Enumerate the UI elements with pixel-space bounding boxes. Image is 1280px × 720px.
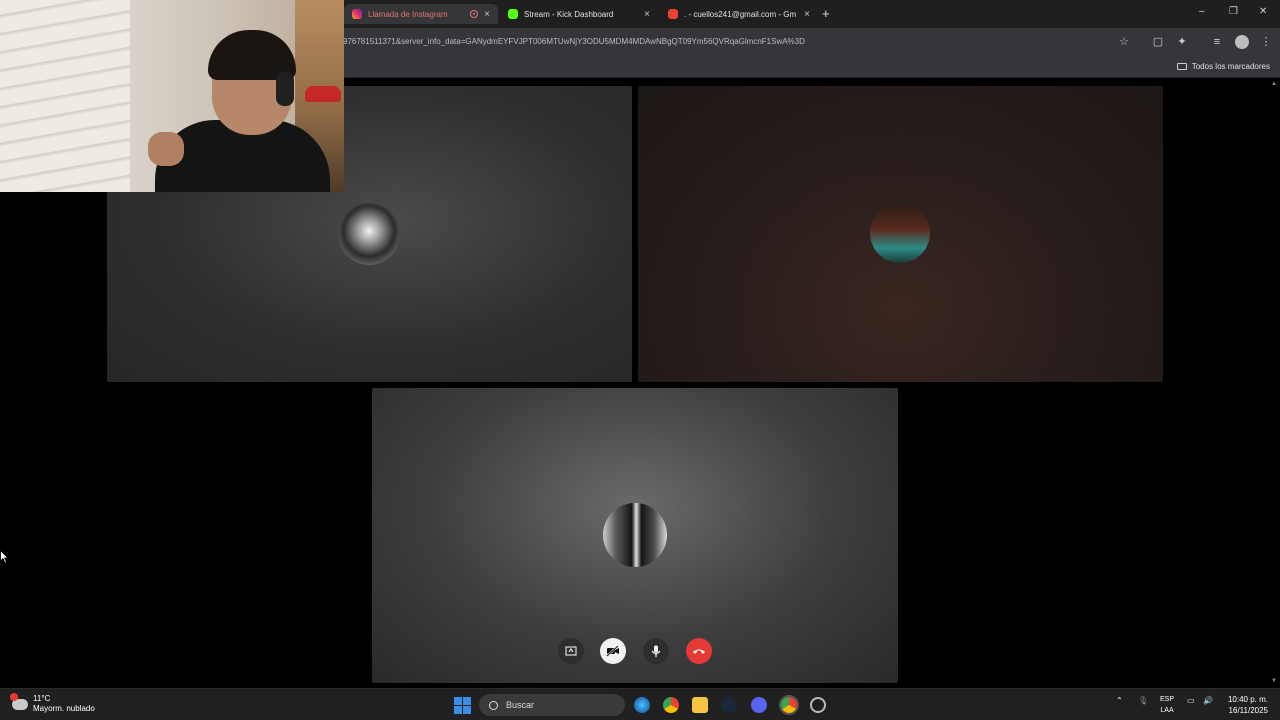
lang-top: ESP: [1160, 696, 1175, 703]
address-bar-url[interactable]: 976781511371&server_info_data=GANydmEYFV…: [343, 37, 805, 46]
windows-taskbar: 11°C Mayorm. nublado Buscar ⌃ 🎙 ESP LAA …: [0, 688, 1280, 720]
streamer-webcam-overlay: [0, 0, 344, 192]
scroll-down-arrow[interactable]: ▼: [1271, 678, 1277, 684]
scroll-up-arrow[interactable]: ▲: [1271, 81, 1277, 87]
cast-icon[interactable]: ▢: [1151, 35, 1165, 49]
folder-icon: [1176, 63, 1187, 70]
tab-title: Llamada de Instagram: [368, 9, 448, 19]
tab-instagram-call[interactable]: Llamada de Instagram ×: [344, 4, 498, 24]
call-controls: [558, 638, 718, 666]
weather-desc: Mayorm. nublado: [33, 704, 95, 713]
system-clock[interactable]: 10:40 p. m. 16/11/2025: [1228, 694, 1268, 716]
microphone-button[interactable]: [643, 638, 669, 664]
microphone-icon: [651, 645, 661, 657]
camera-off-icon: [606, 645, 619, 657]
hang-up-icon: [693, 649, 705, 654]
volume-icon[interactable]: 🔊: [1203, 696, 1213, 705]
bookmarks-label: Todos los marcadores: [1191, 62, 1270, 71]
close-window-button[interactable]: ✕: [1259, 6, 1267, 17]
end-call-button[interactable]: [686, 638, 712, 664]
cloud-icon: [10, 692, 28, 710]
discord-icon[interactable]: [751, 697, 767, 713]
share-screen-icon: [565, 646, 577, 656]
language-indicator[interactable]: ESP LAA: [1160, 694, 1174, 716]
taskbar-search[interactable]: Buscar: [479, 694, 625, 716]
mouse-cursor-icon: [0, 550, 9, 564]
search-placeholder: Buscar: [506, 700, 535, 710]
minimize-button[interactable]: –: [1199, 6, 1205, 17]
show-hidden-icons-button[interactable]: ⌃: [1116, 696, 1123, 705]
headset: [276, 72, 294, 106]
recording-icon: [470, 10, 479, 18]
close-tab-icon[interactable]: ×: [804, 9, 810, 20]
file-explorer-icon[interactable]: [692, 697, 708, 713]
tab-title: Stream - Kick Dashboard: [524, 9, 614, 19]
media-control-icon[interactable]: ≡: [1210, 35, 1224, 49]
search-icon: [489, 700, 498, 710]
tab-title: . - cuellos241@gmail.com - Gm: [684, 9, 797, 19]
extensions-icon[interactable]: ✦: [1175, 35, 1189, 49]
participant-avatar-1: [338, 203, 400, 265]
clock-date: 16/11/2025: [1228, 706, 1268, 715]
gmail-icon: [668, 9, 678, 19]
clock-time: 10:40 p. m.: [1227, 695, 1268, 704]
close-tab-icon[interactable]: ×: [644, 9, 650, 20]
participant-avatar-2: [870, 203, 930, 263]
weather-temp: 11°C: [33, 694, 51, 703]
network-icon[interactable]: ▭: [1187, 696, 1195, 705]
edge-icon[interactable]: [634, 697, 650, 713]
menu-kebab-icon[interactable]: ⋮: [1259, 35, 1273, 49]
tab-kick-dashboard[interactable]: Stream - Kick Dashboard ×: [500, 4, 658, 24]
window-blinds: [0, 0, 130, 192]
person-hand: [148, 132, 184, 166]
microphone-tray-icon[interactable]: 🎙: [1138, 696, 1148, 705]
desktop-screen: Llamada de Instagram × Stream - Kick Das…: [0, 0, 1280, 720]
lang-bottom: LAA: [1160, 707, 1174, 714]
camera-off-button[interactable]: [600, 638, 626, 664]
app-icon[interactable]: [810, 697, 826, 713]
participant-tile-2[interactable]: [638, 86, 1163, 382]
kick-icon: [508, 9, 518, 19]
windows-start-icon[interactable]: [454, 697, 471, 714]
participant-avatar-3: [603, 503, 667, 567]
restore-button[interactable]: ❐: [1229, 6, 1238, 17]
toy-car: [305, 86, 341, 102]
weather-widget[interactable]: 11°C Mayorm. nublado: [10, 692, 95, 714]
new-tab-button[interactable]: +: [822, 6, 830, 21]
all-bookmarks-button[interactable]: Todos los marcadores: [1176, 62, 1270, 71]
chrome-active-icon[interactable]: [779, 695, 799, 715]
close-tab-icon[interactable]: ×: [484, 9, 490, 20]
bookmark-star-icon[interactable]: ☆: [1117, 35, 1131, 49]
share-screen-button[interactable]: [558, 638, 584, 664]
steam-icon[interactable]: [721, 697, 737, 713]
tab-gmail[interactable]: . - cuellos241@gmail.com - Gm ×: [660, 4, 818, 24]
profile-avatar[interactable]: [1235, 35, 1249, 49]
instagram-icon: [352, 9, 362, 19]
chrome-icon[interactable]: [663, 697, 679, 713]
